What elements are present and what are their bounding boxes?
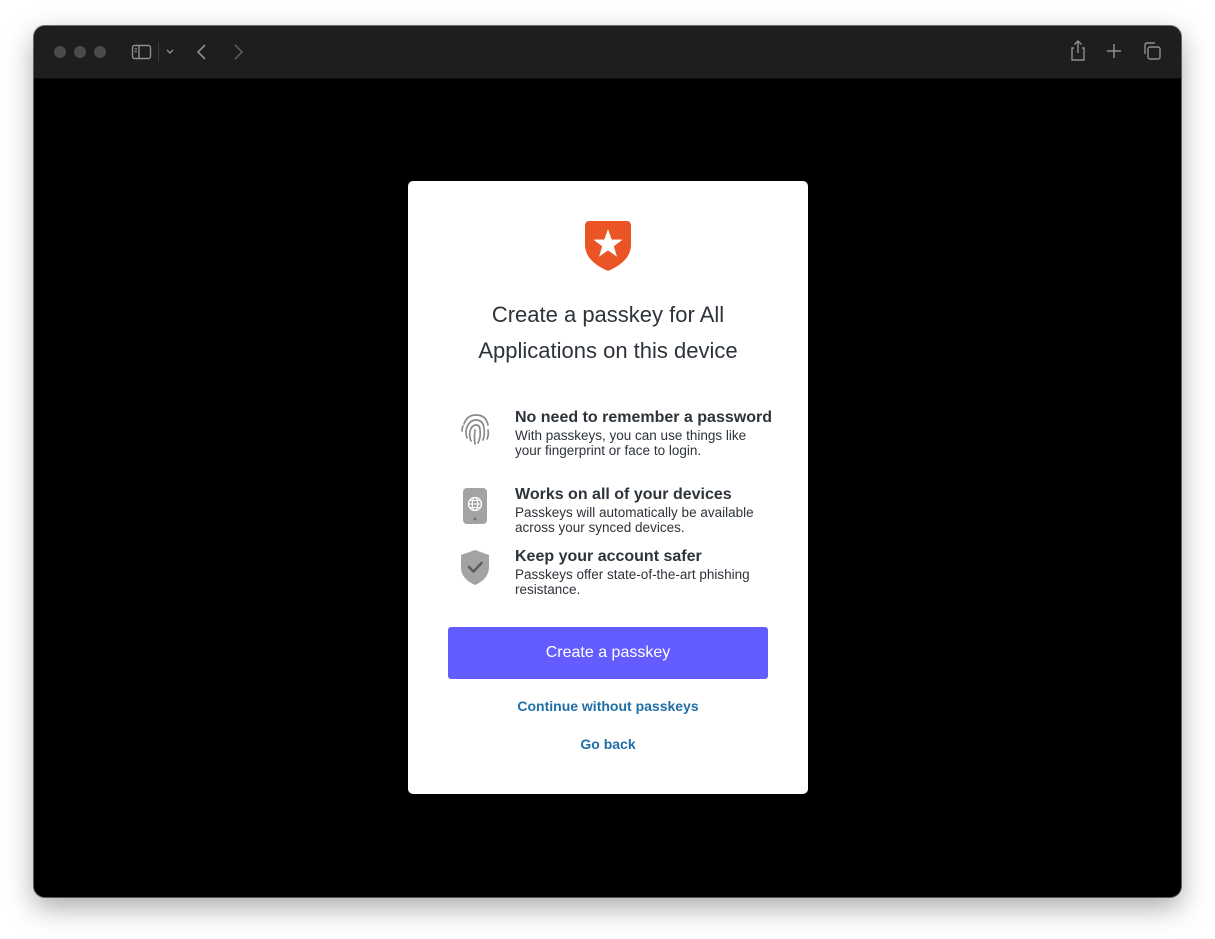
browser-window: Create a passkey for All Applications on… bbox=[34, 26, 1181, 897]
passkey-dialog: Create a passkey for All Applications on… bbox=[408, 181, 808, 794]
page-title: Create a passkey for All Applications on… bbox=[478, 302, 738, 363]
create-passkey-button[interactable]: Create a passkey bbox=[448, 627, 768, 679]
chevron-left-icon[interactable] bbox=[195, 42, 209, 62]
feature-heading: Keep your account safer bbox=[515, 548, 702, 565]
toolbar-divider bbox=[158, 42, 159, 62]
close-window-button[interactable] bbox=[54, 46, 66, 58]
tabs-icon[interactable] bbox=[1142, 41, 1162, 61]
plus-icon[interactable] bbox=[1105, 42, 1123, 60]
minimize-window-button[interactable] bbox=[74, 46, 86, 58]
browser-toolbar bbox=[34, 26, 1181, 79]
feature-description: Passkeys offer state-of-the-art phishing… bbox=[515, 567, 750, 597]
page-content: Create a passkey for All Applications on… bbox=[34, 79, 1181, 897]
feature-heading: No need to remember a password bbox=[515, 409, 772, 426]
feature-text: Works on all of your devices Passkeys wi… bbox=[515, 486, 775, 536]
share-icon[interactable] bbox=[1068, 39, 1088, 63]
feature-description: Passkeys will automatically be available… bbox=[515, 505, 754, 535]
feature-text: No need to remember a password With pass… bbox=[515, 409, 775, 459]
chevron-right-icon[interactable] bbox=[231, 42, 245, 62]
continue-without-passkeys-link[interactable]: Continue without passkeys bbox=[448, 698, 768, 714]
device-globe-icon bbox=[463, 488, 487, 524]
fingerprint-icon bbox=[461, 414, 490, 445]
zoom-window-button[interactable] bbox=[94, 46, 106, 58]
go-back-link[interactable]: Go back bbox=[448, 736, 768, 752]
feature-description: With passkeys, you can use things like y… bbox=[515, 428, 747, 458]
auth0-shield-star-icon bbox=[585, 221, 631, 271]
feature-heading: Works on all of your devices bbox=[515, 486, 732, 503]
sidebar-icon[interactable] bbox=[131, 43, 153, 61]
shield-check-icon bbox=[461, 550, 489, 585]
feature-text: Keep your account safer Passkeys offer s… bbox=[515, 548, 775, 598]
chevron-down-icon[interactable] bbox=[165, 48, 175, 56]
